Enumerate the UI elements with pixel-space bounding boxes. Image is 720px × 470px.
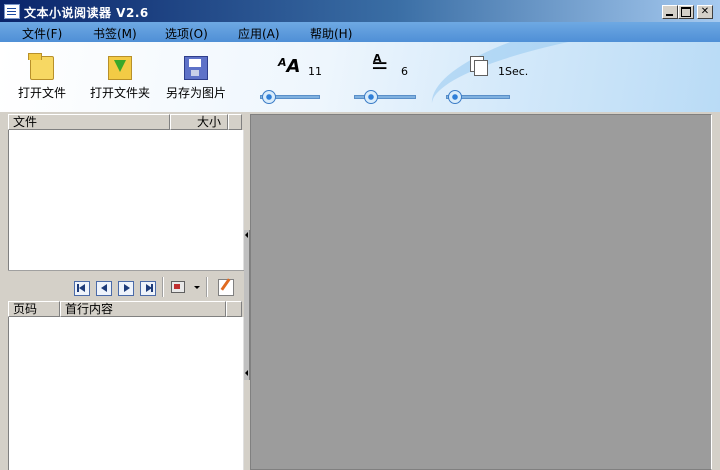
column-header-filler <box>228 114 242 130</box>
save-icon <box>184 56 208 80</box>
save-as-image-label: 另存为图片 <box>166 86 227 100</box>
font-size-icon: AA <box>278 56 301 77</box>
menu-bar: 文件(F) 书签(M) 选项(O) 应用(A) 帮助(H) <box>0 22 720 42</box>
open-file-label: 打开文件 <box>18 86 67 100</box>
title-bar: 文本小说阅读器 V2.6 ✕ <box>0 0 720 22</box>
collapse-arrow-icon[interactable] <box>245 232 248 238</box>
page-navigation-bar <box>8 270 244 301</box>
file-list[interactable] <box>8 130 244 270</box>
menu-apply[interactable]: 应用(A) <box>238 25 280 42</box>
open-folder-icon <box>108 56 132 80</box>
bookmark-icon[interactable] <box>170 279 186 295</box>
column-header-size[interactable]: 大小 <box>170 114 228 130</box>
font-size-value: 11 <box>308 65 322 78</box>
left-panel: 文件 大小 页码 首行内容 <box>8 114 244 470</box>
chevron-down-icon[interactable] <box>194 286 200 289</box>
page-interval-value: 1Sec. <box>498 65 529 78</box>
line-spacing-value: 6 <box>401 65 408 78</box>
page-list[interactable] <box>8 317 244 470</box>
column-header-file[interactable]: 文件 <box>8 114 170 130</box>
page-interval-slider[interactable] <box>446 90 510 104</box>
bookmark-flag-icon <box>171 281 185 293</box>
window-title: 文本小说阅读器 V2.6 <box>24 6 149 20</box>
menu-options[interactable]: 选项(O) <box>165 25 208 42</box>
open-folder-button[interactable]: 打开文件夹 <box>90 56 150 101</box>
previous-page-icon[interactable] <box>96 281 112 296</box>
open-folder-label: 打开文件夹 <box>90 86 151 100</box>
page-interval-thumb[interactable] <box>448 90 462 104</box>
pages-icon-back <box>474 60 488 76</box>
font-size-slider[interactable] <box>260 90 320 104</box>
menu-bookmarks[interactable]: 书签(M) <box>93 25 137 42</box>
toolbar: 打开文件 打开文件夹 另存为图片 AA 11 A ━━ ━━ 6 1Sec. <box>0 42 720 112</box>
next-page-icon[interactable] <box>118 281 134 296</box>
menu-file[interactable]: 文件(F) <box>22 25 62 42</box>
app-icon <box>4 4 20 19</box>
column-header-filler <box>226 301 242 317</box>
open-file-icon <box>28 53 54 80</box>
toolbar-separator <box>162 277 164 297</box>
open-file-button[interactable]: 打开文件 <box>18 53 67 101</box>
minimize-button[interactable] <box>662 5 678 19</box>
line-spacing-thumb[interactable] <box>364 90 378 104</box>
edit-icon[interactable] <box>218 279 234 296</box>
column-header-page[interactable]: 页码 <box>8 301 60 317</box>
reading-area[interactable] <box>250 114 712 470</box>
maximize-button[interactable] <box>678 5 694 19</box>
first-page-icon[interactable] <box>74 281 90 296</box>
save-as-image-button[interactable]: 另存为图片 <box>166 56 226 101</box>
toolbar-separator <box>206 277 208 297</box>
menu-help[interactable]: 帮助(H) <box>310 25 352 42</box>
column-header-first-line[interactable]: 首行内容 <box>60 301 226 317</box>
collapse-arrow-icon[interactable] <box>245 370 248 376</box>
line-spacing-slider[interactable] <box>354 90 416 104</box>
font-size-thumb[interactable] <box>262 90 276 104</box>
close-button[interactable]: ✕ <box>697 5 713 19</box>
last-page-icon[interactable] <box>140 281 156 296</box>
line-spacing-icon: A ━━ ━━ <box>373 52 387 75</box>
